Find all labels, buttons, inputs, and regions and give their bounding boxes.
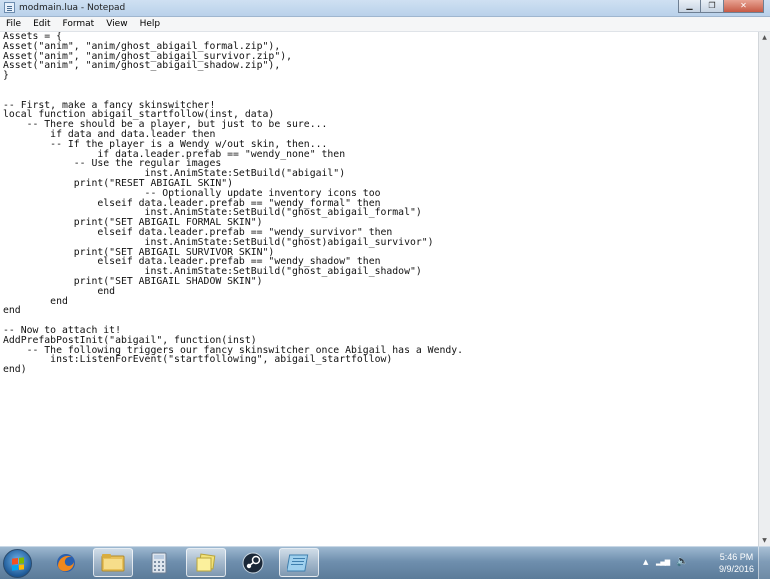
vertical-scrollbar[interactable]: ▲ ▼ [758, 32, 770, 546]
menu-help[interactable]: Help [134, 17, 167, 31]
code-line: Asset("anim", "anim/ghost_abigail_shadow… [3, 60, 281, 72]
notepad-icon [287, 554, 309, 571]
system-tray: ▲ ▂▄▆ 🔈 5:46 PM 9/9/2016 [640, 547, 770, 579]
clock-time: 5:46 PM [719, 552, 754, 562]
code-line: end [3, 285, 116, 297]
taskbar-sticky-notes[interactable] [186, 548, 226, 577]
sticky-notes-icon [196, 553, 216, 571]
text-editor[interactable]: Assets = {Asset("anim", "anim/ghost_abig… [0, 32, 758, 546]
menu-file[interactable]: File [0, 17, 27, 31]
start-button[interactable] [3, 549, 32, 578]
minimize-icon: ▁ [686, 1, 693, 10]
volume-icon[interactable]: 🔈 [676, 556, 688, 567]
notepad-icon[interactable] [4, 2, 15, 13]
scroll-up-icon[interactable]: ▲ [759, 32, 770, 43]
code-line: } [3, 70, 9, 82]
title-bar[interactable]: modmain.lua - Notepad ▁ ❐ ✕ [0, 0, 770, 17]
taskbar: ▲ ▂▄▆ 🔈 5:46 PM 9/9/2016 [0, 546, 770, 579]
code-line: end) [3, 364, 27, 376]
show-desktop-button[interactable] [758, 547, 770, 579]
code-line: end [3, 305, 21, 317]
maximize-button[interactable]: ❐ [701, 0, 724, 13]
taskbar-calculator[interactable] [139, 548, 179, 577]
menu-edit[interactable]: Edit [27, 17, 56, 31]
taskbar-file-explorer[interactable] [93, 548, 133, 577]
minimize-button[interactable]: ▁ [678, 0, 701, 13]
menu-format[interactable]: Format [57, 17, 101, 31]
scroll-down-icon[interactable]: ▼ [759, 535, 770, 546]
menu-bar: File Edit Format View Help [0, 17, 770, 32]
windows-logo-icon [11, 556, 24, 571]
firefox-icon [57, 553, 75, 572]
taskbar-firefox[interactable] [46, 548, 86, 577]
clock[interactable]: 5:46 PM 9/9/2016 [719, 551, 754, 575]
calculator-icon [151, 552, 167, 573]
taskbar-notepad[interactable] [279, 548, 319, 577]
taskbar-steam[interactable] [233, 548, 273, 577]
window-controls: ▁ ❐ ✕ [678, 0, 764, 14]
code-line: end [3, 295, 68, 307]
network-signal-icon[interactable]: ▂▄▆ [656, 558, 670, 566]
file-explorer-icon [101, 553, 125, 571]
steam-icon [242, 552, 264, 573]
show-hidden-icons-icon[interactable]: ▲ [643, 558, 648, 566]
close-button[interactable]: ✕ [724, 0, 764, 13]
menu-view[interactable]: View [100, 17, 133, 31]
window-title: modmain.lua - Notepad [19, 3, 126, 13]
code-text[interactable]: Assets = {Asset("anim", "anim/ghost_abig… [0, 32, 758, 375]
clock-date: 9/9/2016 [718, 564, 754, 574]
code-line: print("SET ABIGAIL SHADOW SKIN") [3, 275, 263, 287]
code-line: inst:ListenForEvent("startfollowing", ab… [3, 354, 393, 366]
close-icon: ✕ [740, 1, 747, 10]
maximize-icon: ❐ [708, 1, 716, 10]
